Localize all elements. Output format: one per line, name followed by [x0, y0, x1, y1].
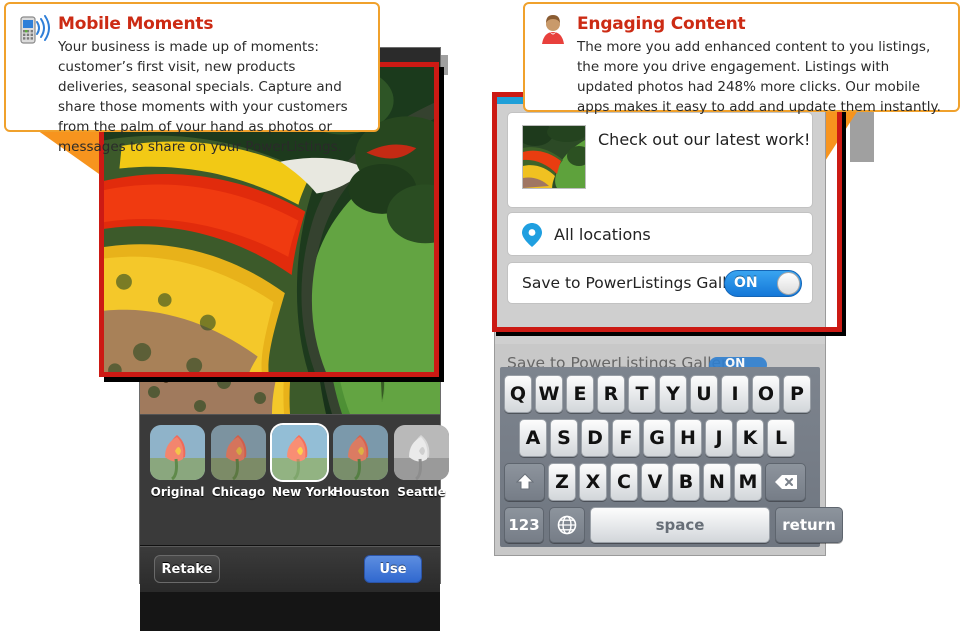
filter-option-original[interactable]: Original: [150, 425, 205, 530]
filter-option-new-york[interactable]: New York: [272, 425, 336, 530]
key-N[interactable]: N: [703, 463, 731, 501]
post-message-text: Check out our latest work!: [598, 130, 811, 149]
key-I[interactable]: I: [721, 375, 749, 413]
callout-title: Engaging Content: [577, 14, 746, 34]
space-key[interactable]: space: [590, 507, 770, 543]
key-K[interactable]: K: [736, 419, 764, 457]
filter-thumbnail: [272, 425, 327, 480]
key-V[interactable]: V: [641, 463, 669, 501]
save-gallery-row[interactable]: Save to PowerListings Gallery ON: [507, 262, 813, 304]
save-gallery-label: Save to PowerListings Gallery: [522, 274, 752, 292]
mobile-phone-signal-icon: [20, 15, 50, 44]
attached-photo-thumbnail[interactable]: [522, 125, 586, 189]
filter-thumbnail: [333, 425, 388, 480]
key-A[interactable]: A: [519, 419, 547, 457]
key-G[interactable]: G: [643, 419, 671, 457]
key-Q[interactable]: Q: [504, 375, 532, 413]
keyboard-row-3: Z X C V B N M: [504, 463, 806, 501]
key-R[interactable]: R: [597, 375, 625, 413]
globe-icon[interactable]: [549, 507, 585, 543]
key-D[interactable]: D: [581, 419, 609, 457]
filter-label: Seattle: [397, 485, 446, 499]
callout-title: Mobile Moments: [58, 14, 214, 34]
location-row[interactable]: All locations: [507, 212, 813, 256]
key-O[interactable]: O: [752, 375, 780, 413]
filter-option-seattle[interactable]: Seattle: [394, 425, 449, 530]
right-phone-device: Check out our latest work! All locations…: [495, 95, 843, 555]
key-L[interactable]: L: [767, 419, 795, 457]
numbers-key[interactable]: 123: [504, 507, 544, 543]
key-P[interactable]: P: [783, 375, 811, 413]
filter-thumbnail: [394, 425, 449, 480]
key-F[interactable]: F: [612, 419, 640, 457]
key-J[interactable]: J: [705, 419, 733, 457]
on-screen-keyboard[interactable]: Q W E R T Y U I O P A S D F G H J K L Z …: [500, 367, 843, 547]
use-button[interactable]: Use: [364, 555, 422, 583]
callout-mobile-moments: Mobile Moments Your business is made up …: [4, 2, 380, 155]
filter-bar: Original Chicago New York Houston Seattl…: [140, 414, 449, 546]
filter-thumbnail: [150, 425, 205, 480]
key-Z[interactable]: Z: [548, 463, 576, 501]
message-card[interactable]: Check out our latest work!: [507, 112, 813, 208]
camera-action-bar: Retake Use: [140, 546, 440, 592]
person-avatar-icon: [542, 15, 564, 44]
save-gallery-toggle[interactable]: ON: [724, 270, 802, 297]
key-H[interactable]: H: [674, 419, 702, 457]
key-M[interactable]: M: [734, 463, 762, 501]
key-B[interactable]: B: [672, 463, 700, 501]
callout-body: The more you add enhanced content to you…: [577, 39, 941, 115]
keyboard-row-4: 123 space return: [504, 507, 843, 543]
filter-option-houston[interactable]: Houston: [333, 425, 390, 530]
key-E[interactable]: E: [566, 375, 594, 413]
key-T[interactable]: T: [628, 375, 656, 413]
toggle-state-label: ON: [734, 275, 758, 291]
map-pin-icon: [522, 223, 542, 247]
retake-button[interactable]: Retake: [154, 555, 220, 583]
callout-body: Your business is made up of moments: cus…: [58, 39, 348, 155]
keyboard-row-1: Q W E R T Y U I O P: [504, 375, 811, 413]
filter-thumbnail: [211, 425, 266, 480]
filter-label: Chicago: [211, 485, 266, 499]
shift-icon[interactable]: [504, 463, 545, 501]
key-S[interactable]: S: [550, 419, 578, 457]
filter-strip[interactable]: Original Chicago New York Houston Seattl…: [150, 425, 449, 530]
keyboard-row-2: A S D F G H J K L: [519, 419, 795, 457]
compose-post-screen: Check out our latest work! All locations…: [495, 104, 825, 373]
key-X[interactable]: X: [579, 463, 607, 501]
toggle-knob: [777, 272, 800, 295]
filter-label: Houston: [333, 485, 390, 499]
callout-engaging-content: Engaging Content The more you add enhanc…: [523, 2, 960, 115]
filter-option-chicago[interactable]: Chicago: [211, 425, 266, 530]
left-phone-bottom-bezel: [140, 592, 440, 631]
location-label: All locations: [554, 225, 651, 244]
key-U[interactable]: U: [690, 375, 718, 413]
key-C[interactable]: C: [610, 463, 638, 501]
key-W[interactable]: W: [535, 375, 563, 413]
return-key[interactable]: return: [775, 507, 843, 543]
key-Y[interactable]: Y: [659, 375, 687, 413]
backspace-icon[interactable]: [765, 463, 806, 501]
screenshot-stage: Original Chicago New York Houston Seattl…: [0, 0, 964, 631]
filter-label: New York: [272, 485, 336, 499]
filter-label: Original: [150, 485, 205, 499]
